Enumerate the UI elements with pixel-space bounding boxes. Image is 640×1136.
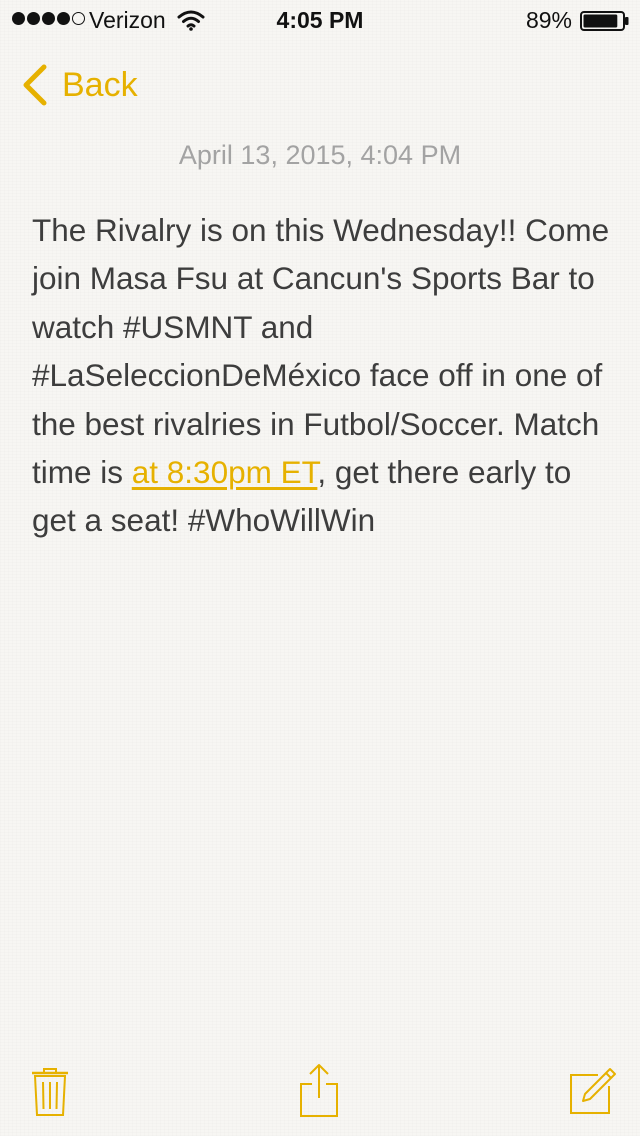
share-icon[interactable] bbox=[298, 1062, 340, 1118]
back-button[interactable]: Back bbox=[18, 60, 138, 110]
compose-icon[interactable] bbox=[568, 1066, 618, 1116]
note-date: April 13, 2015, 4:04 PM bbox=[178, 140, 462, 170]
chevron-left-icon bbox=[23, 64, 47, 106]
status-bar: Verizon 4:05 PM 89% bbox=[0, 0, 640, 40]
note-text-before-link: The Rivalry is on this Wednesday!! Come … bbox=[32, 212, 610, 491]
time-link[interactable]: at 8:30pm ET bbox=[132, 454, 318, 490]
back-label: Back bbox=[62, 65, 138, 104]
battery-percent: 89% bbox=[525, 7, 572, 33]
trash-icon[interactable] bbox=[30, 1066, 70, 1118]
battery-icon bbox=[580, 11, 629, 31]
note-body[interactable]: The Rivalry is on this Wednesday!! Come … bbox=[32, 206, 622, 545]
